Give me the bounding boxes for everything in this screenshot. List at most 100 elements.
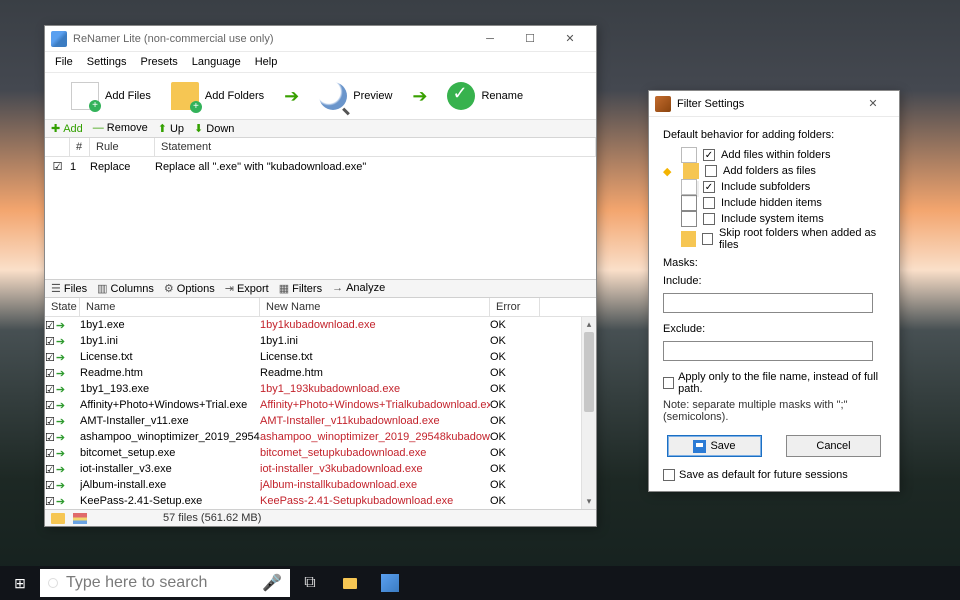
save-default-checkbox[interactable] xyxy=(663,469,675,481)
file-row[interactable]: ☑➔ashampoo_winoptimizer_2019_29548.exeas… xyxy=(45,429,596,445)
file-new-name: 1by1kubadownload.exe xyxy=(260,319,490,331)
rename-button[interactable]: Rename xyxy=(441,79,529,113)
option-label: Include subfolders xyxy=(721,181,810,193)
file-checkbox[interactable]: ☑ xyxy=(45,335,55,348)
close-button[interactable]: ✕ xyxy=(550,28,590,50)
file-row[interactable]: ☑➔1by1.exe1by1kubadownload.exeOK xyxy=(45,317,596,333)
file-name: 1by1_193.exe xyxy=(80,383,260,395)
option-checkbox[interactable] xyxy=(705,165,717,177)
rule-up[interactable]: ⬆Up xyxy=(158,122,184,135)
menu-presets[interactable]: Presets xyxy=(134,54,183,70)
file-row[interactable]: ☑➔1by1.ini1by1.iniOK xyxy=(45,333,596,349)
rule-add[interactable]: ✚Add xyxy=(51,122,83,135)
magnify-icon xyxy=(319,82,347,110)
dialog-titlebar[interactable]: Filter Settings ✕ xyxy=(649,91,899,117)
file-name: Affinity+Photo+Windows+Trial.exe xyxy=(80,399,260,411)
rule-remove[interactable]: —Remove xyxy=(93,122,148,135)
file-checkbox[interactable]: ☑ xyxy=(45,351,55,364)
file-checkbox[interactable]: ☑ xyxy=(45,479,55,492)
folder-icon[interactable] xyxy=(51,513,65,524)
titlebar[interactable]: ReNamer Lite (non-commercial use only) ─… xyxy=(45,26,596,52)
filters-button[interactable]: ▦Filters xyxy=(279,282,322,295)
file-checkbox[interactable]: ☑ xyxy=(45,415,55,428)
add-folders-button[interactable]: Add Folders xyxy=(165,79,270,113)
col-newname[interactable]: New Name xyxy=(260,298,490,316)
task-view-icon[interactable]: ⧉ xyxy=(290,574,330,592)
save-button[interactable]: Save xyxy=(667,435,762,457)
file-name: jAlbum-install.exe xyxy=(80,479,260,491)
include-input[interactable] xyxy=(663,293,873,313)
file-row[interactable]: ☑➔jAlbum-install.exejAlbum-installkubado… xyxy=(45,477,596,493)
rule-row[interactable]: ☑1ReplaceReplace all ".exe" with "kubado… xyxy=(45,159,596,174)
file-row[interactable]: ☑➔License.txtLicense.txtOK xyxy=(45,349,596,365)
file-checkbox[interactable]: ☑ xyxy=(45,463,55,476)
file-row[interactable]: ☑➔KeePass-2.41-Setup.exeKeePass-2.41-Set… xyxy=(45,493,596,509)
add-files-button[interactable]: Add Files xyxy=(65,79,157,113)
options-button[interactable]: ⚙Options xyxy=(164,282,215,295)
apply-only-checkbox[interactable] xyxy=(663,377,674,389)
menu-help[interactable]: Help xyxy=(249,54,284,70)
menu-language[interactable]: Language xyxy=(186,54,247,70)
file-name: iot-installer_v3.exe xyxy=(80,463,260,475)
renamer-window: ReNamer Lite (non-commercial use only) ─… xyxy=(44,25,597,527)
taskbar-search[interactable]: Type here to search 🎤 xyxy=(40,569,290,597)
minimize-button[interactable]: ─ xyxy=(470,28,510,50)
rename-label: Rename xyxy=(481,90,523,102)
option-checkbox[interactable] xyxy=(702,233,713,245)
file-row[interactable]: ☑➔bitcomet_setup.exebitcomet_setupkubado… xyxy=(45,445,596,461)
option-checkbox[interactable] xyxy=(703,213,715,225)
dialog-close-button[interactable]: ✕ xyxy=(853,93,893,115)
preview-button[interactable]: Preview xyxy=(313,79,398,113)
rule-down[interactable]: ⬇Down xyxy=(194,122,234,135)
rule-checkbox[interactable]: ☑ xyxy=(45,160,70,173)
col-statement[interactable]: Statement xyxy=(155,138,596,156)
file-new-name: KeePass-2.41-Setupkubadownload.exe xyxy=(260,495,490,507)
files-header: State Name New Name Error xyxy=(45,298,596,317)
file-checkbox[interactable]: ☑ xyxy=(45,399,55,412)
col-state[interactable]: State xyxy=(45,298,80,316)
mic-icon[interactable]: 🎤 xyxy=(262,573,282,593)
export-button[interactable]: ⇥Export xyxy=(225,282,269,295)
file-row[interactable]: ☑➔iot-installer_v3.exeiot-installer_v3ku… xyxy=(45,461,596,477)
maximize-button[interactable]: ☐ xyxy=(510,28,550,50)
file-checkbox[interactable]: ☑ xyxy=(45,367,55,380)
col-rule[interactable]: Rule xyxy=(90,138,155,156)
col-error[interactable]: Error xyxy=(490,298,540,316)
option-checkbox[interactable]: ✓ xyxy=(703,149,715,161)
filter-option: Include hidden items xyxy=(663,195,885,211)
analyze-button[interactable]: →Analyze xyxy=(332,282,385,295)
file-row[interactable]: ☑➔1by1_193.exe1by1_193kubadownload.exeOK xyxy=(45,381,596,397)
cancel-button[interactable]: Cancel xyxy=(786,435,881,457)
menu-file[interactable]: File xyxy=(49,54,79,70)
col-name[interactable]: Name xyxy=(80,298,260,316)
file-row[interactable]: ☑➔Affinity+Photo+Windows+Trial.exeAffini… xyxy=(45,397,596,413)
scrollbar-vertical[interactable]: ▴ ▾ xyxy=(581,317,596,509)
option-checkbox[interactable]: ✓ xyxy=(703,181,715,193)
scroll-down-icon[interactable]: ▾ xyxy=(582,494,596,509)
menu-settings[interactable]: Settings xyxy=(81,54,133,70)
start-button[interactable]: ⊞ xyxy=(0,575,40,592)
file-checkbox[interactable]: ☑ xyxy=(45,431,55,444)
file-plus-icon xyxy=(71,82,99,110)
files-toolbar: ☰Files ▥Columns ⚙Options ⇥Export ▦Filter… xyxy=(45,279,596,298)
scrollbar-thumb[interactable] xyxy=(584,332,594,412)
file-checkbox[interactable]: ☑ xyxy=(45,447,55,460)
file-checkbox[interactable]: ☑ xyxy=(45,319,55,332)
scroll-up-icon[interactable]: ▴ xyxy=(582,317,596,332)
option-checkbox[interactable] xyxy=(703,197,715,209)
rules-list[interactable]: ☑1ReplaceReplace all ".exe" with "kubado… xyxy=(45,157,596,279)
files-tab[interactable]: ☰Files xyxy=(51,282,87,295)
file-error: OK xyxy=(490,431,540,443)
file-row[interactable]: ☑➔Readme.htmReadme.htmOK xyxy=(45,365,596,381)
file-row[interactable]: ☑➔AMT-Installer_v11.exeAMT-Installer_v11… xyxy=(45,413,596,429)
file-new-name: ashampoo_winoptimizer_2019_29548kubadown… xyxy=(260,431,490,443)
columns-button[interactable]: ▥Columns xyxy=(97,282,154,295)
file-checkbox[interactable]: ☑ xyxy=(45,495,55,508)
explorer-icon[interactable] xyxy=(330,578,370,589)
file-checkbox[interactable]: ☑ xyxy=(45,383,55,396)
col-num[interactable]: # xyxy=(70,138,90,156)
files-list[interactable]: ☑➔1by1.exe1by1kubadownload.exeOK☑➔1by1.i… xyxy=(45,317,596,509)
renamer-task-icon[interactable] xyxy=(370,574,410,592)
exclude-input[interactable] xyxy=(663,341,873,361)
chart-icon[interactable] xyxy=(73,513,87,524)
